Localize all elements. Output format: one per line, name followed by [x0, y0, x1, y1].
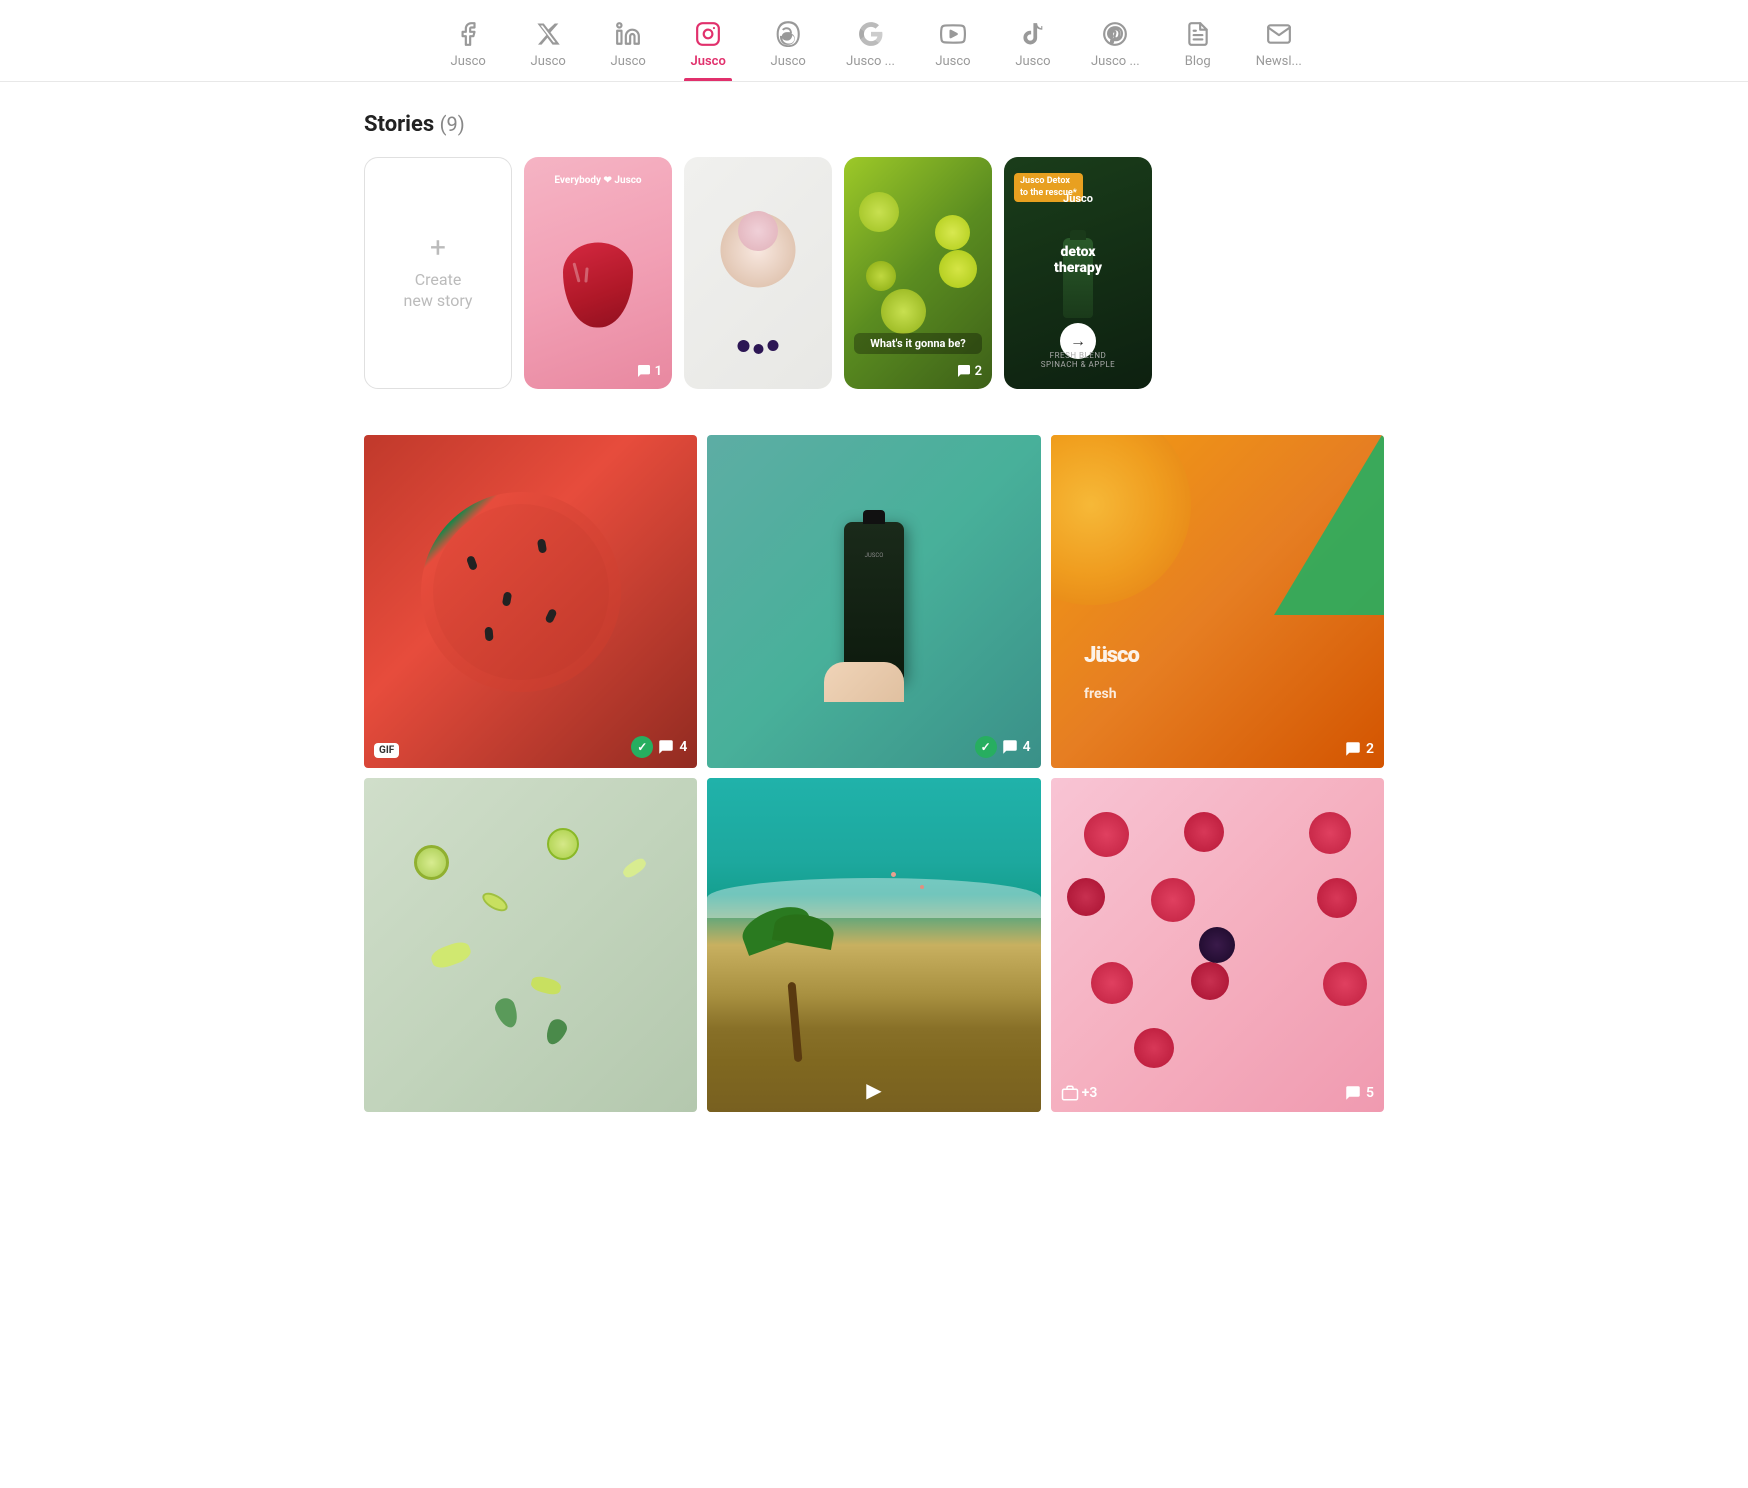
tiktok-icon: [1019, 20, 1047, 48]
sidebar-item-youtube[interactable]: Jusco: [913, 12, 993, 81]
check-icon-watermelon: ✓: [631, 736, 653, 758]
facebook-icon: [454, 20, 482, 48]
story-comment-badge-1: 1: [636, 363, 662, 379]
post-raspberry[interactable]: +3 5: [1051, 778, 1384, 1111]
platform-nav: Jusco Jusco Jusco Jusco: [0, 0, 1748, 82]
story-detox-title: detoxtherapy: [1004, 245, 1152, 276]
post-comment-badge-bottle: ✓ 4: [975, 736, 1031, 758]
nav-label-newsletter: Newsl...: [1256, 54, 1302, 69]
story-card-limes[interactable]: What's it gonna be? 2: [844, 157, 992, 389]
sidebar-item-google[interactable]: Jusco ...: [828, 12, 913, 81]
story-card-detox[interactable]: Jusco Detoxto the rescue* Jusco detoxthe…: [1004, 157, 1152, 389]
nav-label-twitter: Jusco: [531, 54, 566, 69]
pinterest-icon: [1101, 20, 1129, 48]
create-story-label: Createnew story: [404, 270, 473, 312]
story-everybody-text: Everybody ❤ Jusco: [524, 175, 672, 186]
story-detox-logo: Jusco: [1004, 192, 1152, 205]
sidebar-item-blog[interactable]: Blog: [1158, 12, 1238, 81]
post-comment-badge-orange: 2: [1344, 740, 1374, 758]
plus-icon: +: [430, 234, 446, 262]
instagram-icon: [694, 20, 722, 48]
threads-icon: [774, 20, 802, 48]
play-button[interactable]: ▶: [866, 1078, 881, 1102]
create-story-card[interactable]: + Createnew story: [364, 157, 512, 389]
nav-label-facebook: Jusco: [451, 54, 486, 69]
stories-strip: + Createnew story Everybody ❤ Jusco 1: [364, 157, 1384, 399]
linkedin-icon: [614, 20, 642, 48]
nav-label-linkedin: Jusco: [611, 54, 646, 69]
post-beach[interactable]: ▶: [707, 778, 1040, 1111]
story-card-strawberry[interactable]: Everybody ❤ Jusco 1: [524, 157, 672, 389]
stories-section: Stories (9) + Createnew story Everybody …: [364, 112, 1384, 399]
nav-label-google: Jusco ...: [846, 54, 895, 69]
orange-circle: [1051, 435, 1191, 605]
twitter-icon: [534, 20, 562, 48]
sidebar-item-instagram[interactable]: Jusco: [668, 12, 748, 81]
green-triangle: [1274, 435, 1384, 615]
check-icon-bottle: ✓: [975, 736, 997, 758]
nav-label-pinterest: Jusco ...: [1091, 54, 1140, 69]
post-orange-juice[interactable]: Jüsco fresh 2: [1051, 435, 1384, 768]
story-sub-text: FRESH BLENDSPINACH & APPLE: [1004, 351, 1152, 369]
sidebar-item-twitter[interactable]: Jusco: [508, 12, 588, 81]
post-bottle-teal[interactable]: JUSCO ✓ 4: [707, 435, 1040, 768]
sidebar-item-facebook[interactable]: Jusco: [428, 12, 508, 81]
posts-grid: GIF ✓ 4 JUSCO ✓: [364, 435, 1384, 1112]
nav-label-instagram: Jusco: [691, 54, 726, 69]
stories-title: Stories (9): [364, 112, 1384, 137]
nav-label-threads: Jusco: [771, 54, 806, 69]
youtube-icon: [939, 20, 967, 48]
main-content: Stories (9) + Createnew story Everybody …: [324, 82, 1424, 1142]
sidebar-item-threads[interactable]: Jusco: [748, 12, 828, 81]
newsletter-icon: [1265, 20, 1293, 48]
post-layers-badge: +3: [1061, 1084, 1098, 1102]
posts-section: GIF ✓ 4 JUSCO ✓: [364, 435, 1384, 1112]
story-card-bowl[interactable]: [684, 157, 832, 389]
story-comment-badge-2: 2: [956, 363, 982, 379]
post-comment-badge-watermelon: ✓ 4: [631, 736, 687, 758]
google-icon: [857, 20, 885, 48]
blog-icon: [1184, 20, 1212, 48]
sidebar-item-newsletter[interactable]: Newsl...: [1238, 12, 1320, 81]
post-comment-badge-raspberry: 5: [1344, 1084, 1374, 1102]
nav-label-blog: Blog: [1185, 54, 1211, 69]
post-watermelon[interactable]: GIF ✓ 4: [364, 435, 697, 768]
post-lime-chips[interactable]: [364, 778, 697, 1111]
sidebar-item-pinterest[interactable]: Jusco ...: [1073, 12, 1158, 81]
sidebar-item-linkedin[interactable]: Jusco: [588, 12, 668, 81]
nav-label-youtube: Jusco: [935, 54, 970, 69]
post-gif-badge: GIF: [374, 743, 399, 758]
story-question-text: What's it gonna be?: [854, 333, 982, 354]
sidebar-item-tiktok[interactable]: Jusco: [993, 12, 1073, 81]
nav-label-tiktok: Jusco: [1015, 54, 1050, 69]
